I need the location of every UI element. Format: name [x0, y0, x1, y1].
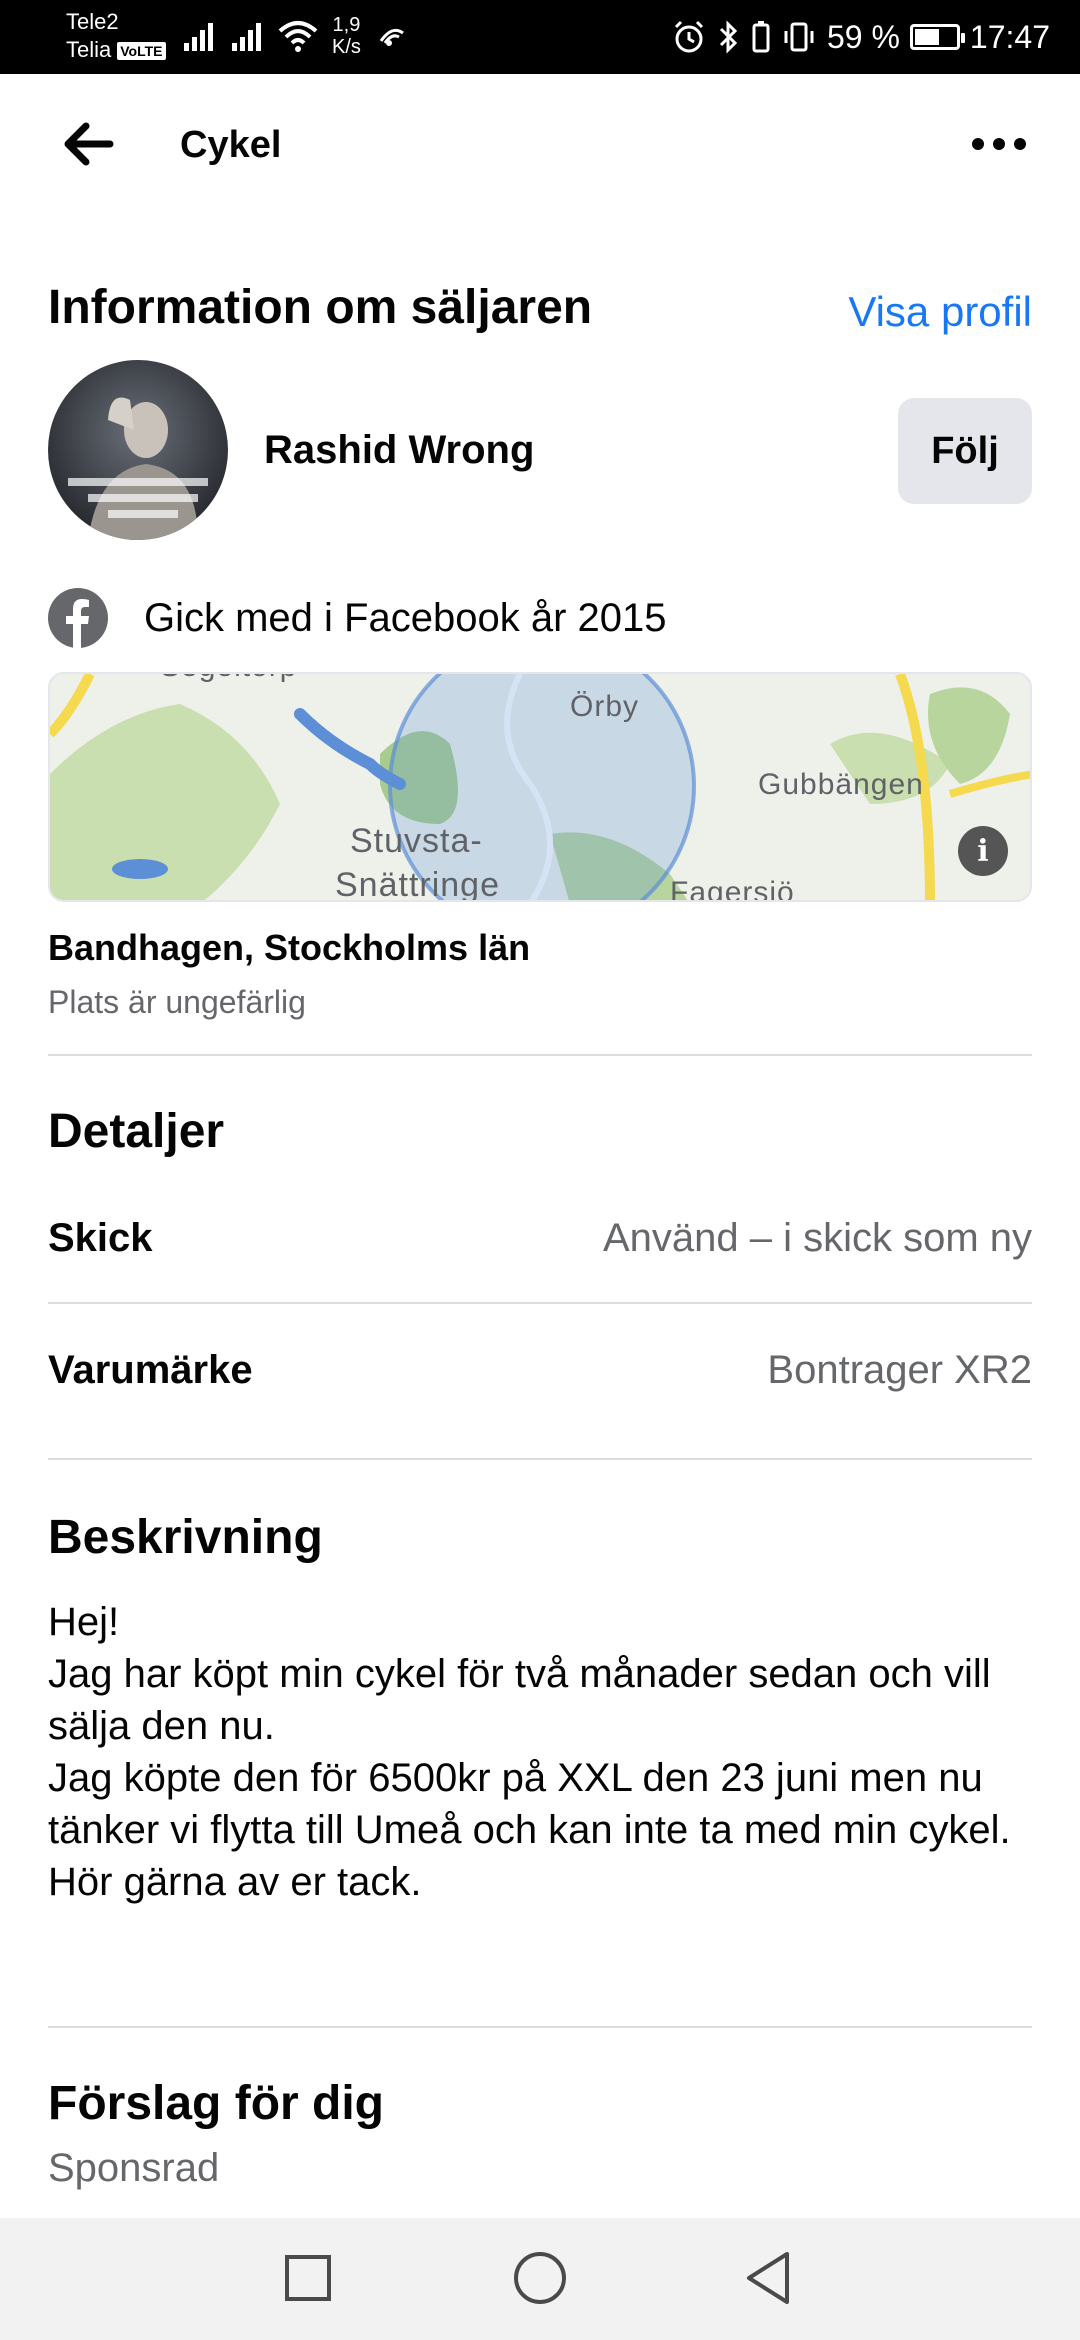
joined-facebook-row: Gick med i Facebook år 2015	[48, 588, 666, 648]
back-button[interactable]	[58, 114, 118, 174]
more-dots-icon	[972, 138, 1026, 150]
detail-brand-label: Varumärke	[48, 1348, 253, 1392]
alarm-icon	[674, 20, 704, 53]
map-label: Gubbängen	[758, 768, 924, 801]
back-nav-button[interactable]	[728, 2242, 808, 2314]
battery-saver-icon	[752, 21, 770, 53]
signal-icon-2	[232, 23, 261, 51]
suggestions-title: Förslag för dig	[48, 2077, 384, 2130]
detail-condition-value: Använd – i skick som ny	[602, 1216, 1032, 1260]
carrier-1: Tele2	[66, 9, 119, 34]
view-profile-link[interactable]: Visa profil	[848, 282, 1032, 342]
circle-icon	[514, 2252, 566, 2304]
map-image: Segeltorp Örby Gubbängen Stuvsta- Snättr…	[50, 674, 1030, 902]
carrier-info: Tele2 Telia VoLTE	[66, 8, 166, 64]
seller-section-title: Information om säljaren	[48, 281, 593, 334]
follow-button[interactable]: Följ	[898, 398, 1032, 504]
description-line: Hör gärna av er tack.	[48, 1860, 422, 1904]
top-bar: Cykel	[0, 74, 1080, 214]
vibrate-icon	[784, 22, 814, 52]
description-text: Hej! Jag har köpt min cykel för två måna…	[48, 1596, 1038, 1908]
map-label: Fagersjö	[670, 876, 795, 902]
more-options-button[interactable]	[964, 114, 1034, 174]
avatar-photo	[48, 360, 228, 540]
detail-condition-label: Skick	[48, 1216, 153, 1260]
system-navigation-bar	[0, 2218, 1080, 2340]
seller-name[interactable]: Rashid Wrong	[264, 424, 534, 476]
description-line: Hej!	[48, 1600, 120, 1644]
arrow-left-icon	[64, 122, 114, 166]
map-label: Segeltorp	[160, 674, 297, 683]
location-approximate-note: Plats är ungefärlig	[48, 984, 306, 1020]
sponsored-label: Sponsrad	[48, 2146, 220, 2190]
bluetooth-icon	[719, 20, 738, 54]
network-indicators: 1,9 K/s	[182, 14, 409, 58]
network-speed: 1,9 K/s	[332, 14, 361, 58]
divider	[48, 2026, 1032, 2028]
map-label: Snättringe	[335, 866, 500, 902]
description-line: Jag har köpt min cykel för två månader s…	[48, 1652, 991, 1748]
map-label: Örby	[570, 690, 639, 723]
divider	[48, 1302, 1032, 1304]
square-icon	[285, 2255, 331, 2301]
details-title: Detaljer	[48, 1105, 225, 1158]
page-title: Cykel	[180, 124, 282, 166]
seller-avatar[interactable]	[48, 360, 228, 540]
map-info-button[interactable]: i	[958, 826, 1008, 876]
clock: 17:47	[969, 19, 1050, 55]
nfc-icon	[379, 28, 404, 46]
description-title: Beskrivning	[48, 1511, 323, 1564]
facebook-icon	[48, 588, 108, 648]
map-label: Stuvsta-	[350, 822, 483, 860]
status-right: 59 % 17:47	[671, 12, 1050, 62]
home-button[interactable]	[500, 2242, 580, 2314]
recent-apps-button[interactable]	[268, 2242, 348, 2314]
joined-text: Gick med i Facebook år 2015	[144, 596, 667, 640]
location-map[interactable]: Segeltorp Örby Gubbängen Stuvsta- Snättr…	[48, 672, 1032, 902]
battery-percent: 59 %	[826, 19, 900, 55]
battery-icon	[909, 24, 965, 50]
wifi-icon	[278, 21, 318, 52]
divider	[48, 1054, 1032, 1056]
triangle-back-icon	[747, 2252, 789, 2304]
location-name: Bandhagen, Stockholms län	[48, 927, 531, 968]
signal-icon	[184, 23, 213, 51]
divider	[48, 1458, 1032, 1460]
description-line: Jag köpte den för 6500kr på XXL den 23 j…	[48, 1756, 1011, 1852]
detail-brand-value: Bontrager XR2	[767, 1348, 1032, 1392]
carrier-2: Telia	[66, 37, 112, 62]
status-bar: Tele2 Telia VoLTE 1,9 K/s 59 % 17:47	[0, 0, 1080, 74]
volte-badge: VoLTE	[117, 42, 166, 61]
